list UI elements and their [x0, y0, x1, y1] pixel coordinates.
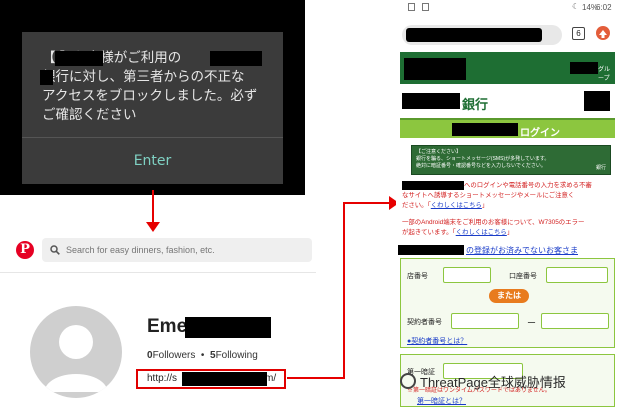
redacted-block — [210, 51, 262, 66]
pin-help-link[interactable]: 第一暗証とは？ — [417, 396, 466, 406]
branch-number-label: 店番号 — [407, 273, 428, 280]
redacted-block — [570, 62, 598, 74]
redacted-block — [452, 123, 518, 136]
arrow-connector-vertical — [343, 202, 345, 379]
arrow-down-line — [152, 190, 154, 224]
person-avatar-icon — [44, 325, 108, 392]
contract-number-input-2[interactable] — [541, 313, 609, 329]
redacted-block — [185, 317, 271, 338]
login-form: 店番号 口座番号 または 契約者番号 ー ●契約者番号とは？ — [400, 258, 615, 348]
alert-dialog: 【 】お客様がご利用の 銀行に対し、第三者からの不正な アクセスをブロックしまし… — [22, 32, 283, 184]
redacted-block — [404, 58, 466, 80]
clock: 6:02 — [596, 3, 612, 12]
address-bar[interactable] — [402, 25, 562, 45]
redacted-block — [406, 28, 542, 42]
contract-number-label: 契約者番号 — [407, 319, 442, 326]
notice-box: 【ご注意ください】 銀行を騙る、ショートメッセージ(SMS)が多発しています。 … — [411, 145, 611, 175]
details-link-1[interactable]: くわしくはこちら — [431, 202, 482, 209]
or-separator: または — [489, 289, 529, 303]
dash: ー — [527, 318, 537, 328]
warning-2-close: 」 — [506, 229, 514, 236]
search-placeholder: Search for easy dinners, fashion, etc. — [66, 245, 215, 255]
contract-number-help-link[interactable]: ●契約者番号とは？ — [407, 336, 467, 346]
account-number-input[interactable] — [546, 267, 608, 283]
search-bar[interactable]: Search for easy dinners, fashion, etc. — [42, 238, 312, 262]
watermark-text: ThreatPage全球威胁情报 — [420, 374, 566, 390]
tab-count-icon[interactable]: 6 — [572, 27, 585, 40]
warning-1-text: ださい。「 — [402, 202, 431, 209]
profile-name: Eme — [147, 316, 188, 337]
login-title: ログイン — [520, 128, 560, 139]
arrow-connector-horizontal — [287, 377, 345, 379]
bank-name: 銀行 — [462, 98, 489, 113]
warning-1-line-1: へのログインや電話番号の入力を求める不審 — [464, 182, 592, 189]
phone-screenshot: ☾ 14% 6:02 6 グループ 銀行 ログイン 【ご注意ください】 銀行を騙… — [396, 0, 619, 407]
bank-banner: グループ — [400, 52, 615, 84]
redacted-block — [402, 181, 464, 190]
browser-toolbar: 6 — [396, 20, 619, 50]
alert-text-line-2: 銀行に対し、第三者からの不正な — [42, 69, 245, 85]
notice-tag: 銀行 — [595, 165, 606, 171]
warning-1-line-3: ださい。「くわしくはこちら」 — [402, 201, 488, 210]
alert-text-line-4: ご確認ください — [42, 107, 137, 123]
enter-button[interactable]: Enter — [22, 142, 283, 180]
download-icon — [422, 3, 429, 11]
alert-divider — [22, 137, 283, 138]
warning-2-text: が起きています。「 — [402, 229, 456, 236]
separator-dot: • — [200, 350, 205, 361]
details-link-2[interactable]: くわしくはこちら — [456, 229, 507, 236]
following-label[interactable]: Following — [216, 350, 258, 361]
extension-icon[interactable] — [596, 26, 610, 40]
search-icon — [50, 245, 60, 255]
notice-line-1: 銀行を騙る、ショートメッセージ(SMS)が多発しています。 — [416, 156, 550, 162]
redacted-block — [584, 91, 610, 111]
redacted-block — [398, 245, 464, 255]
redacted-block — [402, 93, 460, 109]
watermark: ThreatPage全球威胁情报 — [400, 370, 566, 392]
arrow-connector-top — [343, 202, 393, 204]
wechat-icon — [400, 373, 416, 389]
bank-header: 銀行 — [400, 88, 615, 114]
unregistered-link[interactable]: の登録がお済みでないお客さま — [466, 245, 578, 256]
status-bar: ☾ 14% 6:02 — [396, 0, 619, 16]
follow-stats: 0Followers • 5Following — [147, 350, 258, 361]
branch-number-input[interactable] — [443, 267, 491, 283]
account-number-label: 口座番号 — [509, 273, 537, 280]
redacted-block — [40, 70, 53, 85]
sms-alert-panel: 【 】お客様がご利用の 銀行に対し、第三者からの不正な アクセスをブロックしまし… — [0, 0, 305, 195]
url-highlight-box — [136, 369, 286, 389]
header-divider — [0, 272, 316, 273]
login-bar: ログイン — [400, 118, 615, 139]
warning-2-line-1: 一部のAndroid端末をご利用のお客様について、W7305のエラー — [402, 219, 585, 226]
warning-2-line-2: が起きています。「くわしくはこちら」 — [402, 228, 513, 237]
contract-number-input-1[interactable] — [451, 313, 519, 329]
pinterest-logo-icon[interactable]: P — [16, 241, 34, 259]
alert-text-line-3: アクセスをブロックしました。必ず — [42, 88, 258, 104]
notification-icon — [408, 3, 415, 11]
moon-icon: ☾ — [572, 2, 580, 11]
notice-line-2: 絶対に暗証番号・確認番号などを入力しないでください。 — [416, 163, 546, 169]
group-label: グループ — [598, 67, 611, 82]
warning-1-close: 」 — [481, 202, 489, 209]
redacted-block — [55, 51, 103, 66]
avatar — [30, 306, 122, 398]
followers-label[interactable]: Followers — [153, 350, 196, 361]
notice-title: 【ご注意ください】 — [416, 149, 462, 155]
warning-1-line-2: なサイトへ誘導するショートメッセージやメールにご注意く — [402, 192, 575, 199]
arrow-down-head-icon — [146, 222, 160, 232]
